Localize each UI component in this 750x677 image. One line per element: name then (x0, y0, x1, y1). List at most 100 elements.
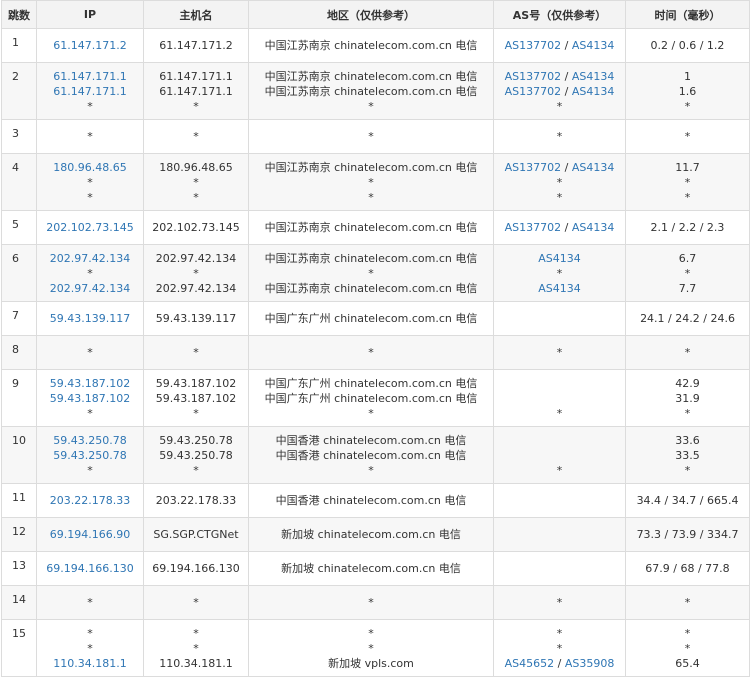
latency-value: 1.6 (678, 84, 697, 98)
hop-cell: 4 (1, 153, 37, 211)
region-cell: 中国江苏南京 chinatelecom.com.cn 电信 * 中国江苏南京 chi… (248, 244, 494, 302)
ip-cell: 59.43.139.117 (36, 301, 144, 336)
ip-link[interactable]: 180.96.48.65 (37, 160, 143, 175)
ip-link[interactable]: 61.147.171.2 (37, 38, 143, 53)
no-response-marker: * (556, 130, 563, 143)
no-response-marker: * (87, 626, 93, 640)
table-row: 5 202.102.73.145 202.102.73.145 中国江苏南京 chin… (1, 210, 750, 245)
as-separator: / (554, 656, 565, 670)
ip-link[interactable]: 59.43.187.102 (37, 391, 143, 406)
region-cell: 新加坡 chinatelecom.com.cn 电信 (248, 551, 494, 586)
region-text: 新加坡 chinatelecom.com.cn 电信 (281, 528, 461, 541)
as-cell: * (493, 369, 626, 427)
latency-value: 2.1 / 2.2 / 2.3 (650, 221, 725, 234)
region-cell: * (248, 335, 494, 370)
time-cell: * (625, 585, 750, 620)
as-line (494, 376, 625, 391)
no-response-marker: * (684, 190, 691, 204)
no-response-marker: * (556, 266, 563, 280)
no-response-marker: * (556, 463, 563, 477)
as-link[interactable]: AS137702 (505, 221, 562, 234)
hop-cell: 6 (1, 244, 37, 302)
no-response-marker: * (193, 596, 199, 609)
latency-value: 33.6 (675, 433, 700, 447)
header-hop: 跳数 (1, 0, 37, 29)
table-header-row: 跳数 IP 主机名 地区（仅供参考） AS号（仅供参考） 时间（毫秒） (1, 0, 750, 29)
ip-link[interactable]: 59.43.250.78 (37, 433, 143, 448)
ip-link[interactable]: 61.147.171.1 (37, 84, 143, 99)
table-row: 1 61.147.171.2 61.147.171.2 中国江苏南京 chinatel… (1, 28, 750, 63)
latency-value: 7.7 (678, 281, 697, 295)
hostname: 110.34.181.1 (159, 656, 233, 670)
as-line (494, 391, 625, 406)
as-line (494, 311, 625, 326)
ip-link[interactable]: 202.97.42.134 (37, 251, 143, 266)
no-response-marker: * (193, 463, 199, 477)
latency-value: 0.2 / 0.6 / 1.2 (650, 39, 725, 52)
ip-link[interactable]: 69.194.166.130 (37, 561, 143, 576)
hostname: 202.102.73.145 (152, 221, 240, 234)
header-host: 主机名 (143, 0, 249, 29)
hop-cell: 1 (1, 28, 37, 63)
as-link[interactable]: AS4134 (538, 252, 581, 265)
region-text: 中国江苏南京 chinatelecom.com.cn 电信 (264, 69, 478, 83)
table-row: 3 * * * * * (1, 119, 750, 154)
ip-cell: 69.194.166.90 (36, 517, 144, 552)
as-link[interactable]: AS137702 (505, 39, 562, 52)
ip-link[interactable]: 59.43.187.102 (37, 376, 143, 391)
ip-link[interactable]: 202.97.42.134 (37, 281, 143, 296)
hostname: 59.43.187.102 (155, 376, 237, 390)
header-as: AS号（仅供参考） (493, 0, 626, 29)
region-text: 中国广东广州 chinatelecom.com.cn 电信 (264, 391, 478, 405)
as-link[interactable]: AS137702 (505, 70, 562, 83)
no-response-marker: * (684, 463, 691, 477)
as-line: AS4134 (494, 251, 625, 266)
as-line (494, 561, 625, 576)
no-response-marker: * (87, 346, 93, 359)
as-link[interactable]: AS4134 (572, 85, 615, 98)
time-cell: * * 65.4 (625, 619, 750, 677)
region-text: 新加坡 vpls.com (328, 656, 414, 670)
ip-link[interactable]: 59.43.250.78 (37, 448, 143, 463)
as-link[interactable]: AS4134 (572, 70, 615, 83)
time-cell: * (625, 335, 750, 370)
ip-link[interactable]: 61.147.171.1 (37, 69, 143, 84)
as-link[interactable]: AS4134 (572, 221, 615, 234)
no-response-marker: * (556, 626, 563, 640)
hop-cell: 12 (1, 517, 37, 552)
ip-cell: 69.194.166.130 (36, 551, 144, 586)
no-response-marker: * (684, 406, 691, 420)
as-link[interactable]: AS45652 (505, 657, 555, 670)
ip-link[interactable]: 202.102.73.145 (37, 220, 143, 235)
ip-link[interactable]: 59.43.139.117 (37, 311, 143, 326)
hop-cell: 15 (1, 619, 37, 677)
no-response-marker: * (193, 406, 199, 420)
as-link[interactable]: AS137702 (505, 85, 562, 98)
as-cell: * (493, 585, 626, 620)
no-response-marker: * (193, 626, 199, 640)
as-line: AS137702 / AS4134 (494, 220, 625, 235)
no-response-marker: * (684, 626, 691, 640)
hostname: 202.97.42.134 (155, 281, 237, 295)
ip-link[interactable]: 110.34.181.1 (37, 656, 143, 671)
region-cell: 中国香港 chinatelecom.com.cn 电信 中国香港 chinatel… (248, 426, 494, 484)
as-link[interactable]: AS4134 (572, 161, 615, 174)
ip-cell: * * 110.34.181.1 (36, 619, 144, 677)
as-link[interactable]: AS4134 (538, 282, 581, 295)
as-separator: / (561, 39, 572, 52)
no-response-marker: * (684, 130, 691, 143)
host-cell: 202.102.73.145 (143, 210, 249, 245)
ip-link[interactable]: 203.22.178.33 (37, 493, 143, 508)
ip-link[interactable]: 69.194.166.90 (37, 527, 143, 542)
as-separator: / (561, 69, 572, 83)
as-link[interactable]: AS35908 (565, 657, 615, 670)
as-line: AS45652 / AS35908 (494, 656, 625, 671)
hostname: 180.96.48.65 (159, 160, 233, 174)
no-response-marker: * (368, 175, 374, 189)
table-row: 11 203.22.178.33 203.22.178.33 中国香港 chinate… (1, 483, 750, 518)
hop-cell: 11 (1, 483, 37, 518)
as-link[interactable]: AS4134 (572, 39, 615, 52)
table-row: 8 * * * * * (1, 335, 750, 370)
hop-cell: 2 (1, 62, 37, 120)
as-link[interactable]: AS137702 (505, 161, 562, 174)
